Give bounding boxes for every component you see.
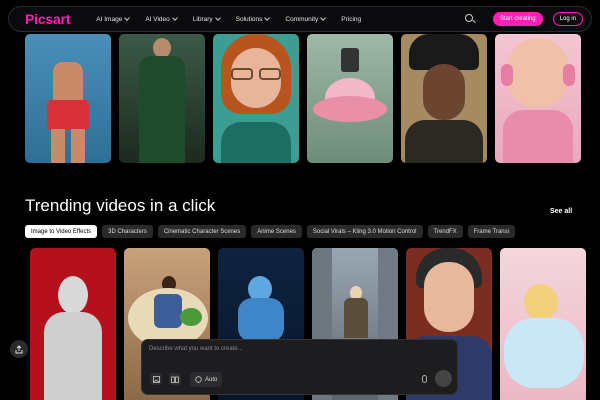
login-button[interactable]: Log in	[552, 12, 583, 26]
image-card-red-hair-portrait[interactable]	[213, 34, 299, 163]
nav-label: Pricing	[341, 15, 362, 23]
image-card-lotus[interactable]	[307, 34, 393, 163]
main-nav: AI Image AI Video Library Solutions Comm…	[96, 15, 361, 23]
search-icon[interactable]	[464, 14, 476, 24]
share-button[interactable]	[10, 340, 28, 358]
inspiration-image-row	[0, 34, 600, 164]
mic-icon[interactable]	[422, 375, 427, 383]
chip-image-to-video-effects[interactable]: Image to Video Effects	[25, 225, 98, 238]
nav-solutions[interactable]: Solutions	[235, 15, 271, 23]
nav-ai-image[interactable]: AI Image	[96, 15, 131, 23]
auto-label: Auto	[205, 376, 218, 383]
image-upload-button[interactable]	[150, 373, 162, 385]
nav-pricing[interactable]: Pricing	[341, 16, 361, 23]
send-button[interactable]	[435, 370, 452, 387]
image-card-cartoon-girl[interactable]	[495, 34, 581, 163]
nav-library[interactable]: Library	[192, 15, 221, 23]
nav-label: Library	[192, 15, 213, 23]
chevron-down-icon	[214, 15, 221, 21]
nav-label: AI Image	[96, 15, 123, 23]
nav-label: Solutions	[235, 15, 263, 23]
chip-trendfx[interactable]: TrendFX	[427, 225, 463, 238]
nav-label: AI Video	[145, 15, 170, 23]
start-creating-button[interactable]: Start creating	[492, 12, 543, 26]
prompt-input[interactable]: Describe what you want to create...	[149, 346, 243, 352]
chip-anime-scenes[interactable]: Anime Scenes	[251, 225, 302, 238]
see-all-link[interactable]: See all	[550, 208, 572, 215]
chevron-down-icon	[171, 15, 178, 21]
chevron-down-icon	[124, 15, 131, 21]
auto-icon	[195, 376, 202, 383]
trending-category-chips: Image to Video Effects 3D Characters Cin…	[25, 225, 600, 239]
book-icon	[171, 376, 179, 383]
image-card-bucket-hat[interactable]	[401, 34, 487, 163]
share-icon	[15, 344, 23, 353]
nav-ai-video[interactable]: AI Video	[145, 15, 178, 23]
image-card-athlete[interactable]	[25, 34, 111, 163]
nav-community[interactable]: Community	[285, 15, 327, 23]
nav-label: Community	[285, 15, 319, 23]
chip-social-virals[interactable]: Social Virals – Kling 3.0 Motion Control	[306, 225, 423, 238]
chip-frame-transitions[interactable]: Frame Transi	[467, 225, 515, 238]
prompt-box: Describe what you want to create... Auto	[141, 339, 458, 395]
image-card-green-robe[interactable]	[119, 34, 205, 163]
trending-section-title: Trending videos in a click	[25, 196, 216, 215]
storyboard-button[interactable]	[169, 373, 181, 385]
chip-cinematic-character-scenes[interactable]: Cinematic Character Scenes	[157, 225, 247, 238]
top-navbar: Picsart AI Image AI Video Library Soluti…	[8, 6, 592, 32]
chevron-down-icon	[320, 15, 327, 21]
video-card-statue[interactable]	[30, 248, 116, 400]
chip-3d-characters[interactable]: 3D Characters	[102, 225, 153, 238]
nav-actions: Start creating Log in	[464, 12, 583, 26]
chevron-down-icon	[264, 15, 271, 21]
video-card-candy-bath[interactable]	[500, 248, 586, 400]
picsart-logo[interactable]: Picsart	[25, 11, 70, 27]
image-icon	[152, 375, 160, 383]
auto-mode-button[interactable]: Auto	[190, 372, 223, 387]
